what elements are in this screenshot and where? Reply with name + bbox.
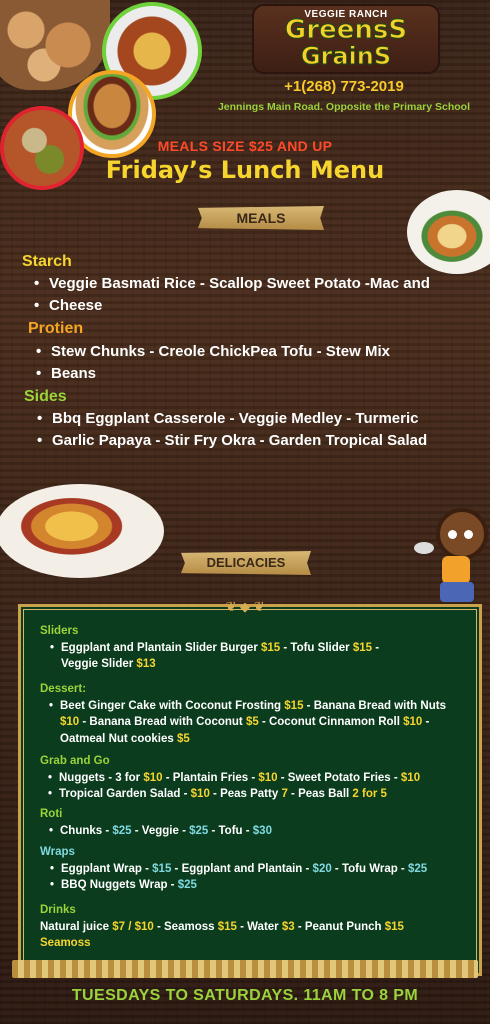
wraps-line-2: BBQ Nuggets Wrap - $25 (50, 877, 197, 894)
grab-line-2: Tropical Garden Salad - $10 - Peas Patty… (48, 786, 387, 803)
protein-heading: Protien (28, 320, 84, 337)
greens-grains-logo: VEGGIE RANCH GreensS GrainS (252, 4, 440, 74)
grab-and-go-heading: Grab and Go (40, 755, 110, 767)
opening-hours: TUESDAYS TO SATURDAYS. 11AM TO 8 PM (71, 987, 419, 1004)
logo-line-1: GreensS (284, 15, 408, 46)
address: Jennings Main Road. Opposite the Primary… (217, 101, 471, 113)
dessert-heading: Dessert: (40, 683, 87, 695)
drinks-line-1: Natural juice $7 / $10 - Seamoss $15 - W… (40, 921, 404, 933)
meal-size-note: MEALS SIZE $25 AND UP (157, 138, 333, 154)
protein-line-1: Stew Chunks - Creole ChickPea Tofu - Ste… (36, 341, 390, 363)
plated-meal-photo (407, 190, 490, 274)
protein-line-2: Beans (36, 363, 96, 385)
sliders-heading: Sliders (40, 625, 79, 637)
ornament-icon: ❦ ◆ ❦ (225, 599, 265, 614)
sides-line-2: Garlic Papaya - Stir Fry Okra - Garden T… (37, 430, 427, 452)
dessert-line-3: Oatmeal Nut cookies $5 (60, 733, 190, 745)
starch-line-1: Veggie Basmati Rice - Scallop Sweet Pota… (34, 273, 430, 295)
mascot-kid-illustration (414, 502, 490, 606)
page-title: Friday’s Lunch Menu (105, 156, 385, 184)
delicacies-banner: DELICACIES (181, 551, 311, 575)
drinks-line-2: Seamoss (40, 937, 91, 949)
roti-heading: Roti (40, 808, 63, 820)
wraps-heading: Wraps (40, 846, 75, 858)
grab-line-1: Nuggets - 3 for $10 - Plantain Fries - $… (48, 770, 420, 787)
gold-border-bar (12, 960, 478, 978)
starch-line-2: Cheese (34, 295, 102, 317)
dessert-line-2: $10 - Banana Bread with Coconut $5 - Coc… (60, 716, 430, 728)
dessert-line-1: Beet Ginger Cake with Coconut Frosting $… (49, 698, 446, 715)
sides-line-1: Bbq Eggplant Casserole - Veggie Medley -… (37, 408, 419, 430)
roti-line-1: Chunks - $25 - Veggie - $25 - Tofu - $30 (49, 823, 272, 840)
wraps-line-1: Eggplant Wrap - $15 - Eggplant and Plant… (50, 861, 427, 878)
drinks-heading: Drinks (40, 904, 76, 916)
starch-heading: Starch (22, 253, 72, 270)
sliders-line-1: Eggplant and Plantain Slider Burger $15 … (50, 640, 379, 657)
meals-banner: MEALS (198, 206, 324, 230)
sides-heading: Sides (24, 388, 67, 405)
phone-number: +1(268) 773-2019 (284, 78, 404, 95)
sliders-line-2: Veggie Slider $13 (61, 658, 156, 670)
logo-line-2: GrainS (300, 42, 392, 71)
casserole-plate-photo (0, 484, 164, 578)
